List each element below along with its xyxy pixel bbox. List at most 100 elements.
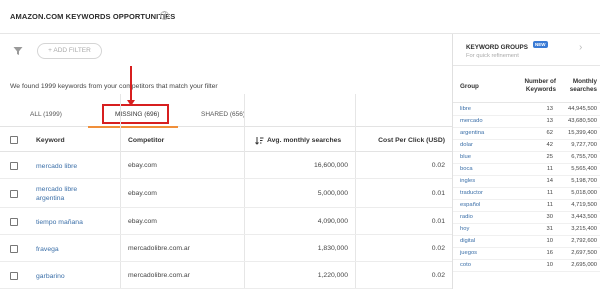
group-row[interactable]: libre 13 44,945,500: [453, 104, 600, 116]
row-checkbox[interactable]: [10, 218, 18, 226]
annotation-highlight-box: [102, 104, 169, 124]
competitor-cell: ebay.com: [128, 162, 157, 169]
competitor-cell: mercadolibre.com.ar: [128, 245, 190, 252]
cpc-cell: 0.02: [431, 245, 445, 252]
keyword-link[interactable]: mercado libre: [36, 162, 77, 171]
group-name-link[interactable]: boca: [460, 166, 473, 172]
keyword-link[interactable]: mercado libre argentina: [36, 185, 96, 203]
row-checkbox[interactable]: [10, 162, 18, 170]
group-column-header[interactable]: Group: [460, 83, 479, 91]
keyword-link[interactable]: tiempo mañana: [36, 218, 83, 227]
group-count: 25: [546, 154, 553, 160]
group-monthly: 2,792,600: [571, 238, 597, 244]
group-monthly: 5,198,700: [571, 178, 597, 184]
group-name-link[interactable]: argentina: [460, 130, 484, 136]
group-monthly: 6,755,700: [571, 154, 597, 160]
chevron-right-icon[interactable]: ›: [579, 42, 582, 53]
tab-all[interactable]: ALL (1999): [30, 111, 62, 118]
group-monthly: 43,680,500: [567, 118, 597, 124]
group-name-link[interactable]: libre: [460, 106, 471, 112]
number-keywords-column-header[interactable]: Number of Keywords: [511, 78, 557, 94]
keyword-link[interactable]: garbarino: [36, 272, 65, 281]
group-name-link[interactable]: ingles: [460, 178, 475, 184]
group-name-link[interactable]: traductor: [460, 190, 483, 196]
group-row[interactable]: boca 11 5,565,400: [453, 164, 600, 176]
row-checkbox[interactable]: [10, 272, 18, 280]
group-count: 14: [546, 178, 553, 184]
group-name-link[interactable]: hoy: [460, 226, 469, 232]
group-row[interactable]: dolar 42 9,727,700: [453, 140, 600, 152]
group-row[interactable]: juegos 16 2,697,500: [453, 248, 600, 260]
group-name-link[interactable]: blue: [460, 154, 471, 160]
page-title: AMAZON.COM KEYWORDS OPPORTUNITIES: [10, 12, 176, 21]
row-checkbox[interactable]: [10, 190, 18, 198]
tab-shared[interactable]: SHARED (656): [201, 111, 245, 118]
group-row[interactable]: mercado 13 43,680,500: [453, 116, 600, 128]
table-row[interactable]: fravega mercadolibre.com.ar 1,830,000 0.…: [0, 236, 452, 262]
avg-searches-cell: 1,830,000: [317, 245, 348, 252]
keywords-panel: + ADD FILTER We found 1999 keywords from…: [0, 34, 452, 289]
annotation-arrow: [130, 66, 132, 104]
select-all-checkbox[interactable]: [10, 136, 18, 144]
avg-searches-cell: 1,220,000: [317, 272, 348, 279]
group-row[interactable]: argentina 62 15,399,400: [453, 128, 600, 140]
column-header-competitor[interactable]: Competitor: [128, 137, 164, 144]
group-name-link[interactable]: mercado: [460, 118, 483, 124]
row-checkbox[interactable]: [10, 245, 18, 253]
group-name-link[interactable]: español: [460, 202, 480, 208]
group-row[interactable]: radio 30 3,443,500: [453, 212, 600, 224]
group-name-link[interactable]: digital: [460, 238, 475, 244]
group-count: 31: [546, 226, 553, 232]
column-header-cpc[interactable]: Cost Per Click (USD): [378, 137, 445, 144]
funnel-icon[interactable]: [13, 46, 23, 56]
avg-searches-cell: 16,600,000: [313, 162, 348, 169]
competitor-cell: ebay.com: [128, 190, 157, 197]
group-monthly: 9,727,700: [571, 142, 597, 148]
table-header: Keyword Competitor Avg. monthly searches…: [0, 128, 452, 152]
cpc-cell: 0.01: [431, 190, 445, 197]
group-name-link[interactable]: juegos: [460, 250, 477, 256]
group-row[interactable]: ingles 14 5,198,700: [453, 176, 600, 188]
group-count: 13: [546, 106, 553, 112]
competitor-cell: ebay.com: [128, 218, 157, 225]
question-circle-icon[interactable]: ?: [160, 11, 169, 20]
group-name-link[interactable]: dolar: [460, 142, 473, 148]
table-row[interactable]: mercado libre argentina ebay.com 5,000,0…: [0, 180, 452, 208]
table-row[interactable]: garbarino mercadolibre.com.ar 1,220,000 …: [0, 263, 452, 289]
group-monthly: 3,215,400: [571, 226, 597, 232]
group-count: 30: [546, 214, 553, 220]
monthly-searches-column-header[interactable]: Monthly searches: [557, 78, 597, 94]
group-row[interactable]: coto 10 2,695,000: [453, 260, 600, 272]
avg-searches-cell: 4,090,000: [317, 218, 348, 225]
header-bar: AMAZON.COM KEYWORDS OPPORTUNITIES ?: [0, 0, 600, 34]
sort-descending-icon[interactable]: [255, 136, 264, 145]
table-row[interactable]: tiempo mañana ebay.com 4,090,000 0.01: [0, 209, 452, 235]
cpc-cell: 0.02: [431, 162, 445, 169]
divider: [453, 102, 600, 103]
cpc-cell: 0.02: [431, 272, 445, 279]
group-row[interactable]: traductor 11 5,018,000: [453, 188, 600, 200]
group-monthly: 5,018,000: [571, 190, 597, 196]
new-badge: NEW: [533, 41, 548, 48]
keyword-groups-header[interactable]: KEYWORD GROUPS NEW For quick refinement …: [453, 34, 600, 66]
group-count: 11: [546, 202, 553, 208]
group-name-link[interactable]: radio: [460, 214, 473, 220]
group-row[interactable]: hoy 31 3,215,400: [453, 224, 600, 236]
group-row[interactable]: digital 10 2,792,600: [453, 236, 600, 248]
group-monthly: 4,719,500: [571, 202, 597, 208]
group-count: 11: [546, 166, 553, 172]
keyword-link[interactable]: fravega: [36, 245, 59, 254]
column-header-keyword[interactable]: Keyword: [36, 137, 65, 144]
column-header-avg-monthly[interactable]: Avg. monthly searches: [267, 137, 341, 144]
group-monthly: 5,565,400: [571, 166, 597, 172]
group-row[interactable]: español 11 4,719,500: [453, 200, 600, 212]
group-monthly: 2,697,500: [571, 250, 597, 256]
group-row[interactable]: blue 25 6,755,700: [453, 152, 600, 164]
competitor-cell: mercadolibre.com.ar: [128, 272, 190, 279]
table-row[interactable]: mercado libre ebay.com 16,600,000 0.02: [0, 153, 452, 179]
group-name-link[interactable]: coto: [460, 262, 471, 268]
keyword-groups-subtitle: For quick refinement: [466, 53, 519, 59]
add-filter-button[interactable]: + ADD FILTER: [37, 43, 102, 59]
group-monthly: 2,695,000: [571, 262, 597, 268]
keyword-groups-panel: KEYWORD GROUPS NEW For quick refinement …: [452, 34, 600, 289]
